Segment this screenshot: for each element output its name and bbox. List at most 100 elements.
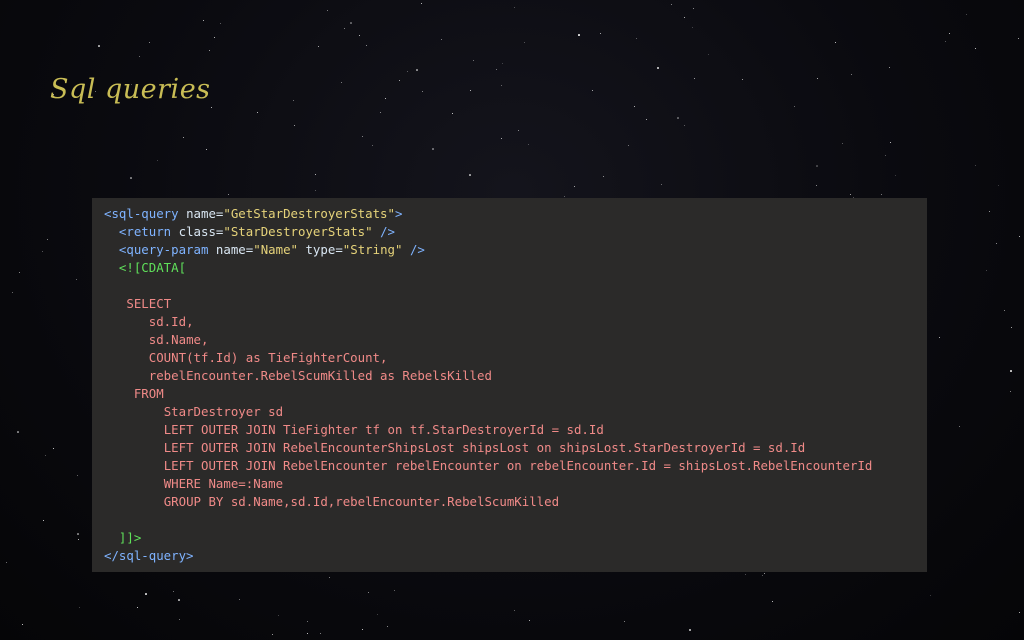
star — [592, 90, 593, 91]
star — [684, 17, 685, 18]
star — [307, 633, 308, 634]
code-line-return: <return class="StarDestroyerStats" /> — [118, 224, 395, 239]
star — [149, 42, 150, 43]
star — [1019, 236, 1020, 237]
star — [634, 106, 635, 107]
star — [574, 186, 575, 187]
star — [359, 35, 360, 36]
star — [1004, 310, 1005, 311]
star — [693, 8, 694, 9]
code-line-sql: WHERE Name=:Name — [104, 475, 927, 493]
star — [327, 10, 328, 11]
star — [949, 33, 950, 34]
star — [600, 33, 601, 34]
star — [377, 614, 378, 615]
star — [694, 78, 695, 79]
star — [692, 27, 693, 28]
star — [380, 112, 381, 113]
star — [320, 633, 321, 634]
code-line-query-param: <query-param name="Name" type="String" /… — [118, 242, 425, 257]
star — [145, 593, 147, 595]
tag-end: > — [394, 206, 403, 221]
star — [214, 37, 215, 38]
star — [1019, 612, 1020, 613]
star — [278, 615, 279, 616]
star — [385, 98, 386, 99]
star — [501, 138, 502, 139]
star — [895, 175, 896, 176]
star — [220, 23, 221, 24]
star — [399, 80, 400, 81]
star — [966, 14, 967, 15]
star — [764, 573, 765, 574]
star — [578, 34, 580, 36]
star — [53, 448, 54, 449]
star — [939, 337, 940, 338]
attr-value: "String" — [342, 242, 403, 257]
star — [416, 69, 418, 71]
star — [76, 279, 77, 280]
attr-name: name — [215, 242, 246, 257]
sql-text: LEFT OUTER JOIN RebelEncounter rebelEnco… — [163, 458, 873, 473]
star — [293, 100, 294, 101]
sql-text: sd.Name, — [148, 332, 209, 347]
star — [1011, 327, 1012, 328]
star — [79, 607, 80, 608]
code-line-sql: FROM — [104, 385, 927, 403]
star — [885, 155, 886, 156]
code-line-sql: SELECT — [104, 295, 927, 313]
star — [77, 475, 78, 476]
star — [1018, 38, 1019, 39]
query-param-tag: <query-param — [118, 242, 209, 257]
star — [307, 621, 308, 622]
star — [989, 211, 990, 212]
sql-text: SELECT — [126, 296, 172, 311]
star — [816, 185, 817, 186]
star — [6, 562, 7, 563]
star — [772, 601, 773, 602]
star — [624, 621, 625, 622]
star — [684, 125, 685, 126]
star — [850, 194, 851, 195]
star — [657, 67, 660, 70]
attr-name: class — [178, 224, 216, 239]
attr-name: name — [186, 206, 216, 221]
star — [17, 431, 19, 433]
code-line-cdata-close: ]]> — [104, 529, 927, 547]
star — [996, 243, 997, 244]
star — [362, 136, 363, 137]
sql-text: rebelEncounter.RebelScumKilled as Rebels… — [148, 368, 492, 383]
star — [975, 165, 976, 166]
code-line-sql: sd.Id, — [104, 313, 927, 331]
code-line-sql: rebelEncounter.RebelScumKilled as Rebels… — [104, 367, 927, 385]
star — [945, 41, 946, 42]
star — [501, 85, 502, 86]
star — [211, 107, 212, 108]
code-line-sql: COUNT(tf.Id) as TieFighterCount, — [104, 349, 927, 367]
star — [206, 149, 207, 150]
attr-value: "StarDestroyerStats" — [223, 224, 373, 239]
tag-end: /> — [380, 224, 395, 239]
code-line-sql: LEFT OUTER JOIN RebelEncounterShipsLost … — [104, 439, 927, 457]
star — [315, 190, 316, 191]
star — [22, 624, 23, 625]
star — [78, 539, 79, 540]
star — [794, 106, 795, 107]
code-block: <sql-query name="GetStarDestroyerStats">… — [92, 198, 927, 572]
star — [239, 599, 240, 600]
star — [137, 607, 138, 608]
sql-text: GROUP BY sd.Name,sd.Id,rebelEncounter.Re… — [163, 494, 560, 509]
star — [518, 130, 519, 131]
tag-end: /> — [409, 242, 425, 257]
tag-name: sql-query — [111, 206, 179, 221]
sql-text: WHERE Name=:Name — [163, 476, 284, 491]
code-line-sql: LEFT OUTER JOIN RebelEncounter rebelEnco… — [104, 457, 927, 475]
return-tag: <return — [118, 224, 172, 239]
star — [528, 144, 529, 145]
star — [441, 39, 442, 40]
star — [842, 143, 843, 144]
star — [514, 7, 515, 8]
sql-text: StarDestroyer sd — [163, 404, 284, 419]
star — [318, 46, 319, 47]
star — [341, 82, 342, 83]
